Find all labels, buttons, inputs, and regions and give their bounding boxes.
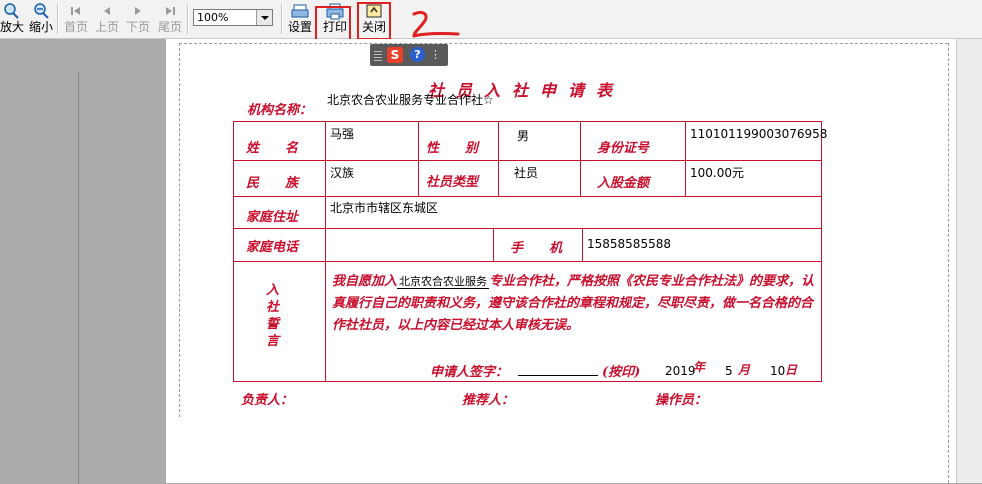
ime-toolbar[interactable]: S ? ⋮ [370,44,448,66]
toolbar-separator [187,4,189,34]
applicant-sign-label: 申请人签字： [430,365,509,380]
member-type-value: 社员 [514,166,539,180]
member-type-label: 社员类型 [426,175,479,190]
zoom-select[interactable]: 100% [193,9,273,26]
oath-coop-name: 北京农合农业服务 [397,275,490,289]
last-page-button[interactable]: 尾页 [156,2,184,36]
page-margin-top [179,43,948,44]
help-icon[interactable]: ? [410,47,425,62]
zoom-in-button[interactable]: 放大 [0,2,25,36]
close-highlight-box [357,2,391,40]
gender-value: 男 [517,129,530,143]
toolbar-separator [281,4,283,34]
year-label: 年 [693,360,706,374]
day-value: 10 [770,364,786,378]
org-value: 北京农合农业服务专业合作社☆ [327,93,494,107]
fingerprint-label: (按印) [602,365,641,380]
table-rule [233,196,822,197]
zoom-in-label: 放大 [0,20,25,34]
zoom-out-label: 缩小 [28,20,53,34]
responsible-person-label: 负责人： [241,393,294,408]
zoom-select-value: 100% [197,11,229,24]
share-amount-label: 入股金额 [597,176,650,191]
year-value: 2019 [665,364,696,378]
prev-page-icon [104,7,110,15]
settings-button[interactable]: 设置 [286,2,314,36]
home-phone-label: 家庭电话 [246,240,299,255]
address-label: 家庭住址 [246,210,299,225]
toolbar-separator [57,4,59,34]
last-page-icon [166,7,175,15]
chevron-down-icon[interactable] [256,10,272,25]
operator-label: 操作员： [655,393,708,408]
day-label: 日 [785,363,798,377]
prev-page-button[interactable]: 上页 [93,2,121,36]
vertical-scrollbar[interactable] [956,39,982,483]
first-page-icon [71,7,80,15]
name-label: 姓 名 [246,141,299,156]
next-page-button[interactable]: 下页 [124,2,152,36]
settings-label: 设置 [287,20,312,34]
drag-handle-icon[interactable] [374,49,382,61]
ethnicity-label: 民 族 [246,176,299,191]
mobile-value: 15858585588 [587,237,671,251]
page-setup-icon [291,4,309,18]
page-margin-right [948,43,949,483]
name-value: 马强 [330,127,355,141]
org-label: 机构名称： [247,103,313,118]
table-rule [685,121,686,196]
gender-label: 性 别 [426,141,479,156]
zoom-out-icon [34,3,49,19]
share-amount-value: 100.00元 [690,166,744,180]
table-rule [233,228,822,229]
menu-dropdown-icon[interactable]: ⋮ [430,48,441,61]
mobile-label: 手 机 [510,241,563,256]
oath-text-prefix: 我自愿加入 [332,274,398,289]
address-value: 北京市市辖区东城区 [330,201,439,215]
table-rule [325,121,326,382]
report-toolbar: 放大 缩小 首页 上页 下页 尾页 100% 设置 打印 关闭 [0,0,982,39]
id-number-value: 110101199003076958 [690,127,828,141]
next-page-label: 下页 [125,20,150,34]
table-rule [498,121,499,196]
table-rule [493,228,494,261]
print-highlight-box [315,6,351,42]
recommender-label: 推荐人： [462,393,515,408]
prev-page-label: 上页 [94,20,119,34]
zoom-out-button[interactable]: 缩小 [27,2,55,36]
table-rule [580,121,581,196]
page-margin-left [179,43,180,417]
ethnicity-value: 汉族 [330,166,355,180]
vertical-guide-line [78,72,79,484]
annotation-mark-2 [412,10,460,38]
table-rule [582,228,583,261]
first-page-button[interactable]: 首页 [62,2,90,36]
left-margin-area [0,39,166,483]
signature-line [518,375,598,376]
next-page-icon [135,7,141,15]
oath-label: 入社誓言 [266,283,280,349]
id-number-label: 身份证号 [597,141,650,156]
sogou-logo-icon[interactable]: S [387,47,403,63]
oath-text: 我自愿加入 北京农合农业服务 专业合作社，严格按照《农民专业合作社法》的要求，认真履… [332,271,820,337]
zoom-in-icon [4,3,19,19]
month-value: 5 [725,364,733,378]
last-page-label: 尾页 [157,20,182,34]
first-page-label: 首页 [63,20,88,34]
table-rule [233,160,822,161]
table-rule [418,121,419,196]
table-rule [233,261,822,262]
month-label: 月 [738,363,751,377]
